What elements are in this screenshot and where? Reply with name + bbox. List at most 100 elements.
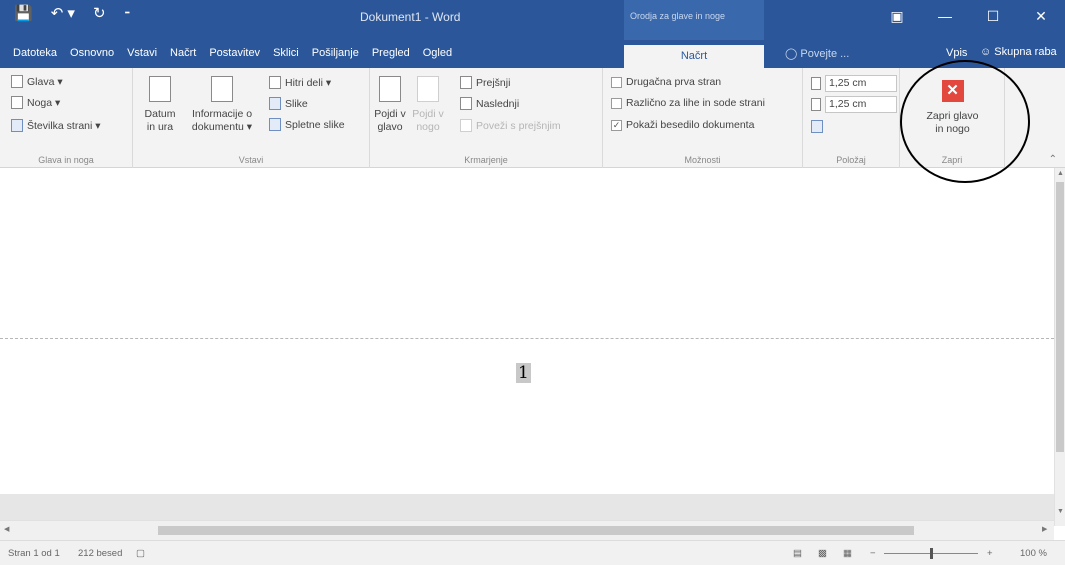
save-icon[interactable]: 💾 [14, 4, 33, 22]
tab-review[interactable]: Pregled [372, 47, 410, 68]
group-insert: Datum in ura Informacije o dokumentu ▾ H… [133, 68, 370, 168]
pictures-icon [269, 97, 281, 110]
page-number-field[interactable]: 1 [516, 363, 531, 383]
ribbon-display-options-icon[interactable]: ▣ [873, 8, 921, 25]
tab-references[interactable]: Sklici [273, 47, 299, 68]
header-position-field[interactable]: 1,25 cm [811, 75, 897, 92]
link-previous-label: Poveži s prejšnjim [476, 119, 561, 132]
tab-view[interactable]: Ogled [423, 47, 452, 68]
insert-alignment-tab-button[interactable] [811, 120, 823, 133]
go-to-header-icon [379, 76, 401, 102]
minimize-icon[interactable]: — [921, 8, 969, 25]
header-button[interactable]: Glava ▾ [11, 75, 63, 88]
sign-in-link[interactable]: Vpis [946, 47, 967, 59]
tab-file[interactable]: Datoteka [13, 47, 57, 68]
go-to-footer-icon [417, 76, 439, 102]
lightbulb-icon: ◯ [785, 48, 801, 60]
close-x-icon: ✕ [941, 80, 964, 102]
share-button[interactable]: ☺ Skupna raba [980, 46, 1057, 58]
document-area[interactable]: 1 [0, 168, 1054, 494]
online-pictures-label: Spletne slike [285, 118, 345, 131]
web-layout-icon[interactable]: ▦ [843, 548, 852, 559]
footer-icon [11, 96, 23, 109]
vertical-scroll-thumb[interactable] [1056, 182, 1064, 452]
next-icon [460, 97, 472, 110]
scroll-left-arrow-icon[interactable]: ◀ [4, 525, 9, 533]
group-close: ✕ Zapri glavo in nogo Zapri [900, 68, 1005, 168]
customize-qat-icon[interactable]: ⁃ [124, 4, 132, 22]
next-button[interactable]: Naslednji [460, 97, 519, 110]
tab-layout[interactable]: Postavitev [209, 47, 260, 68]
footer-boundary-line [0, 338, 1054, 339]
page-number-button[interactable]: Številka strani ▾ [11, 119, 101, 132]
show-document-text-checkbox[interactable]: ✓ Pokaži besedilo dokumenta [611, 119, 754, 131]
group-navigation: Pojdi v glavo Pojdi v nogo Prejšnji Nasl… [370, 68, 603, 168]
go-to-header-button[interactable]: Pojdi v glavo [372, 76, 408, 134]
tab-home[interactable]: Osnovno [70, 47, 114, 68]
footer-position-input[interactable]: 1,25 cm [825, 96, 897, 113]
group-position: 1,25 cm 1,25 cm Položaj [803, 68, 900, 168]
vertical-scrollbar[interactable]: ▲ ▼ [1054, 168, 1065, 526]
header-position-input[interactable]: 1,25 cm [825, 75, 897, 92]
read-mode-icon[interactable]: ▤ [793, 548, 802, 559]
go-to-header-label: Pojdi v glavo [374, 108, 406, 133]
tab-design[interactable]: Načrt [170, 47, 196, 68]
scroll-up-arrow-icon[interactable]: ▲ [1057, 170, 1064, 177]
tab-header-footer-design[interactable]: Načrt [624, 45, 764, 68]
footer-position-field[interactable]: 1,25 cm [811, 96, 897, 113]
zoom-in-button[interactable]: + [987, 548, 993, 559]
close-header-footer-button[interactable]: ✕ Zapri glavo in nogo [910, 80, 995, 136]
horizontal-scroll-thumb[interactable] [158, 526, 914, 535]
zoom-slider-knob[interactable] [930, 548, 933, 559]
online-pictures-button[interactable]: Spletne slike [269, 118, 345, 131]
footer-button[interactable]: Noga ▾ [11, 96, 60, 109]
group-label-position: Položaj [836, 155, 866, 165]
checkbox-unchecked [611, 76, 622, 88]
different-first-page-checkbox[interactable]: Drugačna prva stran [611, 76, 721, 88]
pictures-label: Slike [285, 97, 308, 110]
doc-info-button[interactable]: Informacije o dokumentu ▾ [183, 76, 261, 134]
page-number-label: Številka strani ▾ [27, 119, 101, 132]
horizontal-scrollbar[interactable]: ◀ ▶ [0, 520, 1054, 540]
header-label: Glava ▾ [27, 75, 63, 88]
quick-parts-icon [269, 76, 281, 89]
page-count-status[interactable]: Stran 1 od 1 [8, 548, 60, 559]
redo-icon[interactable]: ↻ [93, 4, 106, 22]
close-icon[interactable]: ✕ [1017, 8, 1065, 25]
scroll-down-arrow-icon[interactable]: ▼ [1057, 508, 1064, 515]
print-layout-icon[interactable]: ▩ [818, 548, 827, 559]
person-icon: ☺ [980, 46, 995, 58]
collapse-ribbon-icon[interactable]: ⌃ [1049, 154, 1057, 165]
undo-icon[interactable]: ↶ ▾ [51, 4, 75, 22]
tab-mailings[interactable]: Pošiljanje [312, 47, 359, 68]
previous-button[interactable]: Prejšnji [460, 76, 510, 89]
zoom-level[interactable]: 100 % [1020, 548, 1047, 559]
title-bar: 💾 ↶ ▾ ↻ ⁃ Dokument1 - Word ▣ — ☐ ✕ [0, 0, 1065, 40]
maximize-icon[interactable]: ☐ [969, 8, 1017, 25]
tab-insert[interactable]: Vstavi [127, 47, 157, 68]
group-label-navigation: Krmarjenje [464, 155, 508, 165]
contextual-tab-title: Orodja za glave in noge [624, 0, 764, 40]
link-previous-button[interactable]: Poveži s prejšnjim [460, 119, 561, 132]
close-header-footer-label: Zapri glavo in nogo [926, 110, 979, 135]
different-odd-even-checkbox[interactable]: Različno za lihe in sode strani [611, 97, 765, 109]
group-header-footer: Glava ▾ Noga ▾ Številka strani ▾ Glava i… [0, 68, 133, 168]
document-title: Dokument1 - Word [360, 10, 461, 24]
proofing-icon[interactable]: ▢ [136, 548, 145, 559]
zoom-out-button[interactable]: − [870, 548, 876, 559]
pictures-button[interactable]: Slike [269, 97, 308, 110]
tell-me-box[interactable]: ◯ Povejte ... [785, 47, 849, 60]
show-document-text-label: Pokaži besedilo dokumenta [626, 119, 755, 131]
date-time-button[interactable]: Datum in ura [139, 76, 181, 134]
checkbox-unchecked [611, 97, 622, 109]
link-icon [460, 119, 472, 132]
quick-parts-button[interactable]: Hitri deli ▾ [269, 76, 331, 89]
header-position-icon [811, 77, 821, 90]
ribbon: Glava ▾ Noga ▾ Številka strani ▾ Glava i… [0, 68, 1065, 168]
word-count-status[interactable]: 212 besed [78, 548, 122, 559]
header-icon [11, 75, 23, 88]
next-label: Naslednji [476, 97, 520, 110]
go-to-footer-label: Pojdi v nogo [412, 108, 444, 133]
scroll-right-arrow-icon[interactable]: ▶ [1042, 525, 1047, 533]
go-to-footer-button[interactable]: Pojdi v nogo [410, 76, 446, 134]
